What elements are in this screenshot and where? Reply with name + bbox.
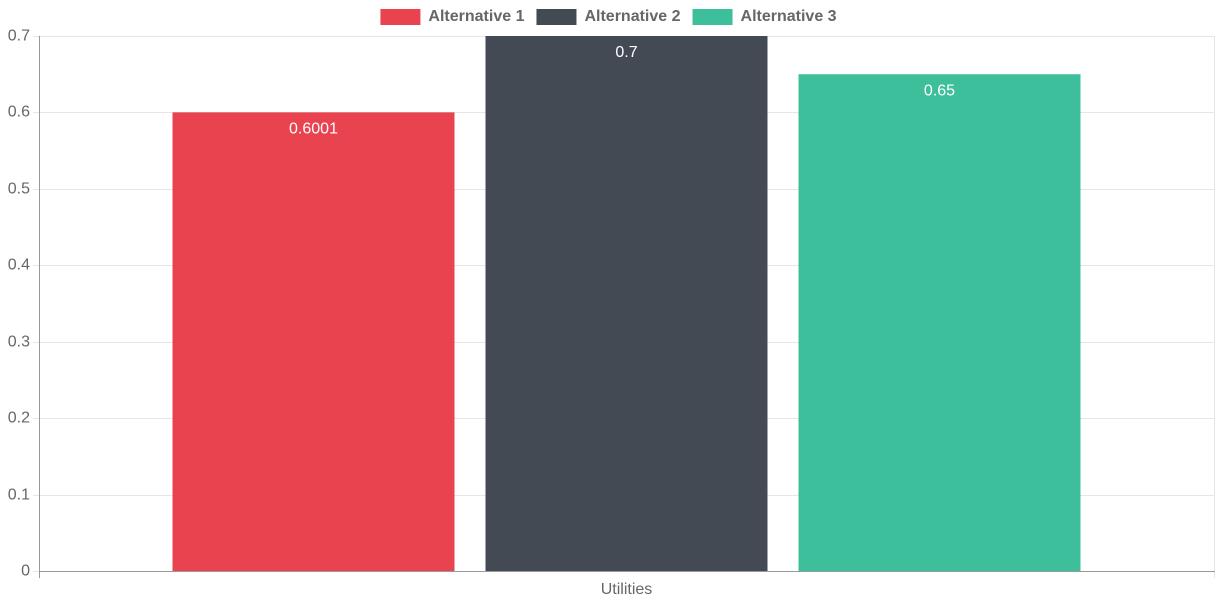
y-tick-label: 0 — [21, 563, 30, 580]
bar-value-label: 0.6001 — [289, 121, 338, 138]
legend-swatch — [380, 9, 421, 25]
legend: Alternative 1 Alternative 2 Alternative 3 — [380, 8, 837, 25]
y-tick-label: 0.3 — [8, 334, 30, 351]
legend-label: Alternative 1 — [428, 8, 524, 25]
legend-item-alternative-3[interactable]: Alternative 3 — [692, 8, 837, 25]
y-tick-label: 0.2 — [8, 410, 30, 427]
legend-item-alternative-1[interactable]: Alternative 1 — [380, 8, 525, 25]
y-tick-label: 0.6 — [8, 104, 30, 121]
x-tick-label: Utilities — [601, 581, 653, 598]
y-tick-label: 0.7 — [8, 28, 30, 45]
legend-label: Alternative 3 — [741, 8, 837, 25]
bar-alternative-1[interactable] — [172, 112, 455, 571]
bar-value-label: 0.65 — [924, 82, 955, 99]
legend-label: Alternative 2 — [584, 8, 680, 25]
bars — [172, 36, 1081, 571]
chart-container: 0 0.1 0.2 0.3 0.4 0.5 0.6 0.7 Utilities 0.6001 0.… — [0, 0, 1217, 608]
legend-swatch — [536, 9, 577, 25]
bar-value-label: 0.7 — [615, 44, 637, 61]
bar-alternative-3[interactable] — [798, 74, 1081, 571]
y-tick-label: 0.5 — [8, 181, 30, 198]
bar-chart: 0 0.1 0.2 0.3 0.4 0.5 0.6 0.7 Utilities 0.6001 0.… — [8, 8, 1215, 598]
legend-swatch — [692, 9, 733, 25]
y-tick-label: 0.4 — [8, 257, 30, 274]
y-tick-label: 0.1 — [8, 487, 30, 504]
legend-item-alternative-2[interactable]: Alternative 2 — [536, 8, 681, 25]
bar-alternative-2[interactable] — [485, 36, 768, 571]
